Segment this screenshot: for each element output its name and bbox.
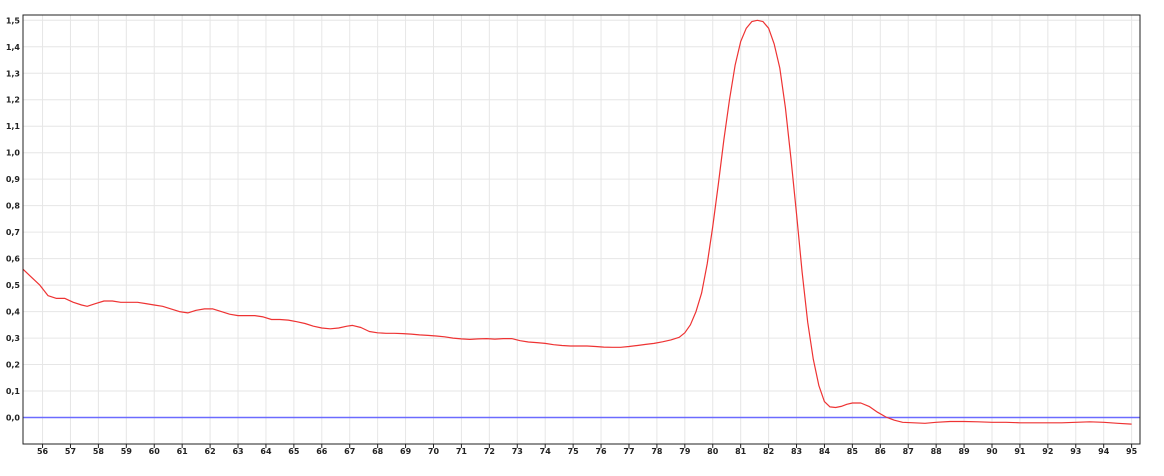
y-tick-label: 1,1 (6, 122, 21, 131)
y-tick-label: 0,2 (6, 361, 20, 370)
y-tick-label: 0,1 (6, 387, 21, 396)
x-tick-label: 66 (316, 447, 328, 456)
x-tick-label: 88 (931, 447, 943, 456)
x-tick-label: 94 (1098, 447, 1110, 456)
y-tick-label: 0,6 (6, 255, 21, 264)
x-tick-label: 84 (819, 447, 831, 456)
x-tick-label: 78 (651, 447, 663, 456)
x-tick-label: 61 (177, 447, 189, 456)
x-tick-label: 89 (959, 447, 971, 456)
y-tick-label: 0,0 (6, 414, 21, 423)
x-tick-label: 68 (372, 447, 384, 456)
y-tick-label: 0,4 (6, 308, 21, 317)
y-tick-label: 1,0 (6, 149, 21, 158)
x-tick-label: 56 (37, 447, 49, 456)
x-tick-label: 62 (205, 447, 216, 456)
x-tick-label: 90 (986, 447, 998, 456)
y-tick-label: 1,4 (6, 43, 21, 52)
x-tick-label: 75 (568, 447, 580, 456)
x-tick-label: 95 (1126, 447, 1138, 456)
x-tick-label: 87 (903, 447, 914, 456)
x-tick-label: 91 (1014, 447, 1026, 456)
x-tick-label: 92 (1042, 447, 1053, 456)
y-tick-label: 1,3 (6, 69, 20, 78)
y-tick-label: 0,9 (6, 175, 21, 184)
y-tick-label: 0,7 (6, 228, 20, 237)
x-tick-label: 79 (679, 447, 691, 456)
x-tick-label: 65 (288, 447, 300, 456)
melt-curve-chart: 0,0 0,1 0,2 0,3 0,4 0,5 0,6 0,7 0,8 0,9 1,0 1,1 1,2 1… (0, 0, 1164, 476)
x-tick-label: 69 (400, 447, 412, 456)
x-tick-label: 60 (149, 447, 161, 456)
x-tick-label: 93 (1070, 447, 1081, 456)
x-tick-label: 63 (232, 447, 243, 456)
x-tick-label: 57 (65, 447, 76, 456)
y-tick-label: 0,5 (6, 281, 21, 290)
x-tick-label: 85 (847, 447, 859, 456)
x-tick-label: 73 (512, 447, 523, 456)
x-tick-label: 81 (735, 447, 747, 456)
y-tick-label: 1,5 (6, 16, 21, 25)
x-tick-label: 83 (791, 447, 802, 456)
x-tick-label: 77 (623, 447, 634, 456)
x-tick-label: 74 (540, 447, 552, 456)
x-tick-label: 71 (456, 447, 468, 456)
y-tick-label: 0,8 (6, 202, 21, 211)
x-tick-label: 80 (707, 447, 719, 456)
x-tick-label: 64 (260, 447, 272, 456)
y-tick-label: 0,3 (6, 334, 20, 343)
x-tick-label: 76 (595, 447, 607, 456)
plot-background (0, 0, 1164, 476)
x-tick-label: 67 (344, 447, 355, 456)
x-tick-label: 86 (875, 447, 887, 456)
x-tick-label: 70 (428, 447, 440, 456)
x-tick-label: 59 (121, 447, 133, 456)
y-tick-label: 1,2 (6, 96, 20, 105)
x-tick-label: 58 (93, 447, 105, 456)
x-tick-label: 82 (763, 447, 774, 456)
x-tick-label: 72 (484, 447, 495, 456)
